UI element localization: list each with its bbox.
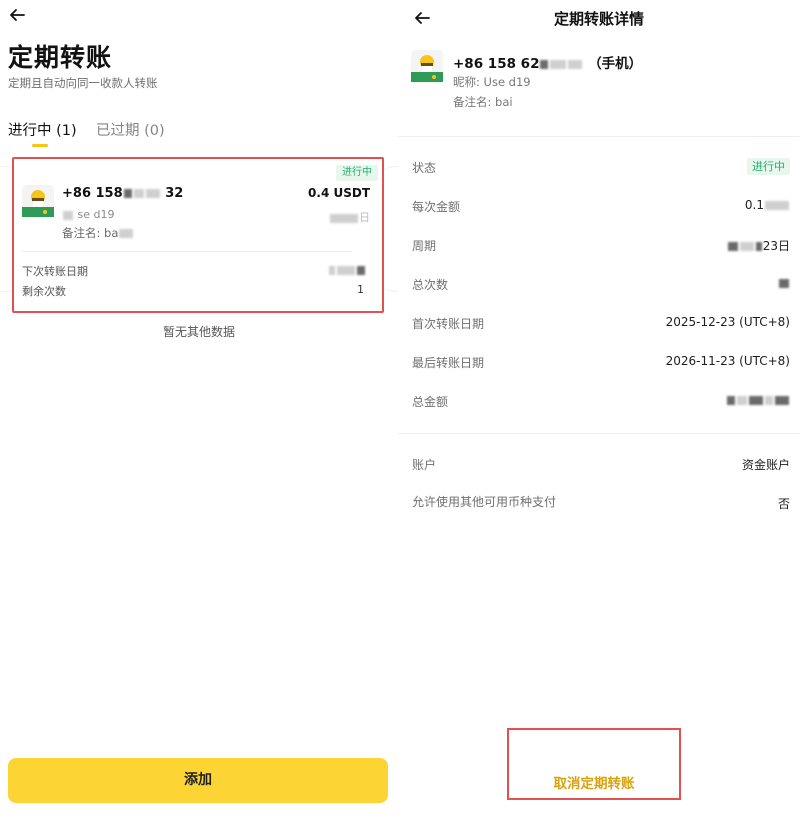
tab-in-progress[interactable]: 进行中 (1) — [8, 119, 77, 140]
page-subtitle: 定期且自动向同一收款人转账 — [8, 76, 158, 90]
card-divider — [22, 251, 352, 252]
last-date-value: 2026-11-23 (UTC+8) — [665, 354, 790, 368]
total-count-label: 总次数 — [412, 278, 449, 292]
page-title: 定期转账 — [8, 43, 113, 72]
payee-remark: 备注名: bai — [453, 95, 513, 109]
cancel-recurring-button[interactable]: 取消定期转账 — [509, 772, 679, 792]
detail-title: 定期转账详情 — [553, 10, 644, 28]
payee-nickname: 昵称: Use d19 — [453, 75, 531, 89]
amount-per-value: 0.1 — [745, 198, 790, 212]
cycle-value: 23日 — [727, 237, 790, 254]
account-value: 资金账户 — [741, 458, 790, 472]
first-date-label: 首次转账日期 — [412, 317, 485, 331]
recurring-transfer-card[interactable]: 进行中 +86 158 32 se d19 备注名: ba 0.4 USDT 日… — [12, 157, 384, 313]
section-divider — [398, 136, 800, 137]
cancel-highlight: 取消定期转账 — [507, 728, 681, 800]
total-count-value — [778, 276, 790, 290]
add-button[interactable]: 添加 — [8, 758, 388, 803]
left-screen: 定期转账 定期且自动向同一收款人转账 进行中 (1) 已过期 (0) 进行中 +… — [0, 0, 398, 821]
status-badge: 进行中 — [336, 165, 378, 181]
payee-remark: 备注名: ba — [62, 225, 134, 241]
remaining-count-value: 1 — [357, 283, 364, 296]
tab-expired[interactable]: 已过期 (0) — [96, 119, 165, 140]
allow-other-currency-value: 否 — [777, 497, 790, 511]
back-arrow-icon[interactable] — [8, 6, 26, 24]
last-date-label: 最后转账日期 — [412, 356, 485, 370]
transfer-amount: 0.4 USDT — [308, 186, 370, 200]
total-amount-label: 总金额 — [412, 395, 449, 409]
tab-underline — [32, 144, 48, 147]
section-divider — [398, 433, 800, 434]
status-badge: 进行中 — [747, 158, 790, 175]
cycle-label: 周期 — [412, 239, 437, 253]
next-date-label: 下次转账日期 — [22, 265, 88, 278]
status-label: 状态 — [412, 161, 437, 175]
right-screen: 定期转账详情 +86 158 62 （手机） 昵称: Use d19 备注名: … — [398, 0, 800, 821]
payee-nickname: se d19 — [62, 208, 114, 221]
payee-phone: +86 158 62 （手机） — [453, 56, 643, 72]
transfer-cycle: 日 — [329, 209, 370, 225]
first-date-value: 2025-12-23 (UTC+8) — [665, 315, 790, 329]
avatar — [22, 185, 54, 217]
remaining-count-label: 剩余次数 — [22, 285, 66, 298]
avatar — [411, 50, 443, 82]
payee-phone: +86 158 32 — [62, 186, 184, 201]
empty-note: 暂无其他数据 — [162, 325, 235, 339]
next-date-value — [328, 263, 366, 276]
total-amount-value — [726, 393, 790, 407]
allow-other-currency-label: 允许使用其他可用币种支付 — [412, 495, 557, 509]
amount-per-label: 每次金额 — [412, 200, 461, 214]
account-label: 账户 — [412, 458, 437, 472]
